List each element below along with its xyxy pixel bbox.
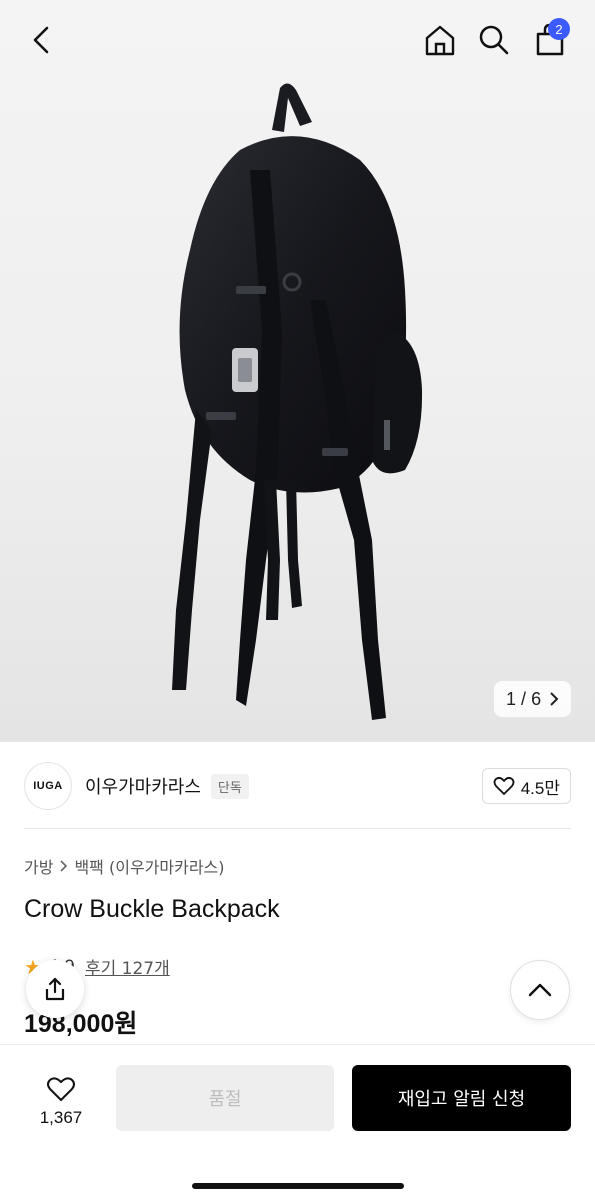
- chevron-right-icon: [550, 692, 559, 706]
- brand-like-button[interactable]: 4.5만: [481, 768, 571, 804]
- top-navigation-bar: 2: [0, 0, 595, 80]
- divider: [24, 828, 571, 829]
- wishlist-count: 1,367: [39, 1108, 83, 1127]
- image-total: 6: [531, 688, 542, 709]
- brand-row[interactable]: IUGA 이우가마카라스 단독 4.5만: [24, 760, 571, 812]
- chevron-left-icon: [33, 26, 49, 54]
- cart-button[interactable]: 2: [528, 18, 572, 60]
- share-button[interactable]: [26, 960, 84, 1018]
- heart-icon: [47, 1077, 75, 1101]
- brand-name[interactable]: 이우가마카라스: [85, 773, 201, 799]
- soldout-button: 품절: [116, 1065, 334, 1131]
- brand-like-count: 4.5만: [520, 778, 560, 798]
- home-button[interactable]: [420, 20, 460, 60]
- image-counter[interactable]: 1 / 6: [494, 681, 572, 717]
- backpack-image: [172, 83, 423, 720]
- image-counter-text: 1 / 6: [506, 689, 541, 710]
- home-icon: [425, 25, 455, 56]
- search-icon: [479, 25, 509, 55]
- scroll-to-top-button[interactable]: [510, 960, 570, 1020]
- exclusive-badge: 단독: [210, 773, 249, 799]
- product-image-gallery[interactable]: 2 1 / 6: [0, 0, 595, 742]
- breadcrumb: 가방 백팩 (이우가마카라스): [24, 854, 225, 878]
- image-separator: /: [521, 688, 527, 709]
- product-title: Crow Buckle Backpack: [24, 895, 280, 923]
- breadcrumb-category[interactable]: 가방: [24, 854, 53, 878]
- brand-logo[interactable]: IUGA: [24, 762, 72, 810]
- reviews-link[interactable]: 후기 127개: [85, 954, 170, 979]
- search-button[interactable]: [474, 20, 514, 60]
- chevron-right-icon: [60, 860, 68, 872]
- image-current: 1: [506, 688, 517, 709]
- cart-count-badge: 2: [548, 18, 570, 40]
- chevron-up-icon: [528, 983, 552, 997]
- breadcrumb-subcategory[interactable]: 백팩 (이우가마카라스): [74, 854, 224, 878]
- home-indicator: [192, 1183, 404, 1189]
- wishlist-button[interactable]: 1,367: [24, 1067, 98, 1137]
- restock-alert-button[interactable]: 재입고 알림 신청: [352, 1065, 571, 1131]
- share-icon: [45, 977, 65, 1001]
- purchase-bar: 1,367 품절 재입고 알림 신청: [0, 1044, 595, 1200]
- heart-icon: [493, 776, 515, 795]
- back-button[interactable]: [22, 20, 62, 60]
